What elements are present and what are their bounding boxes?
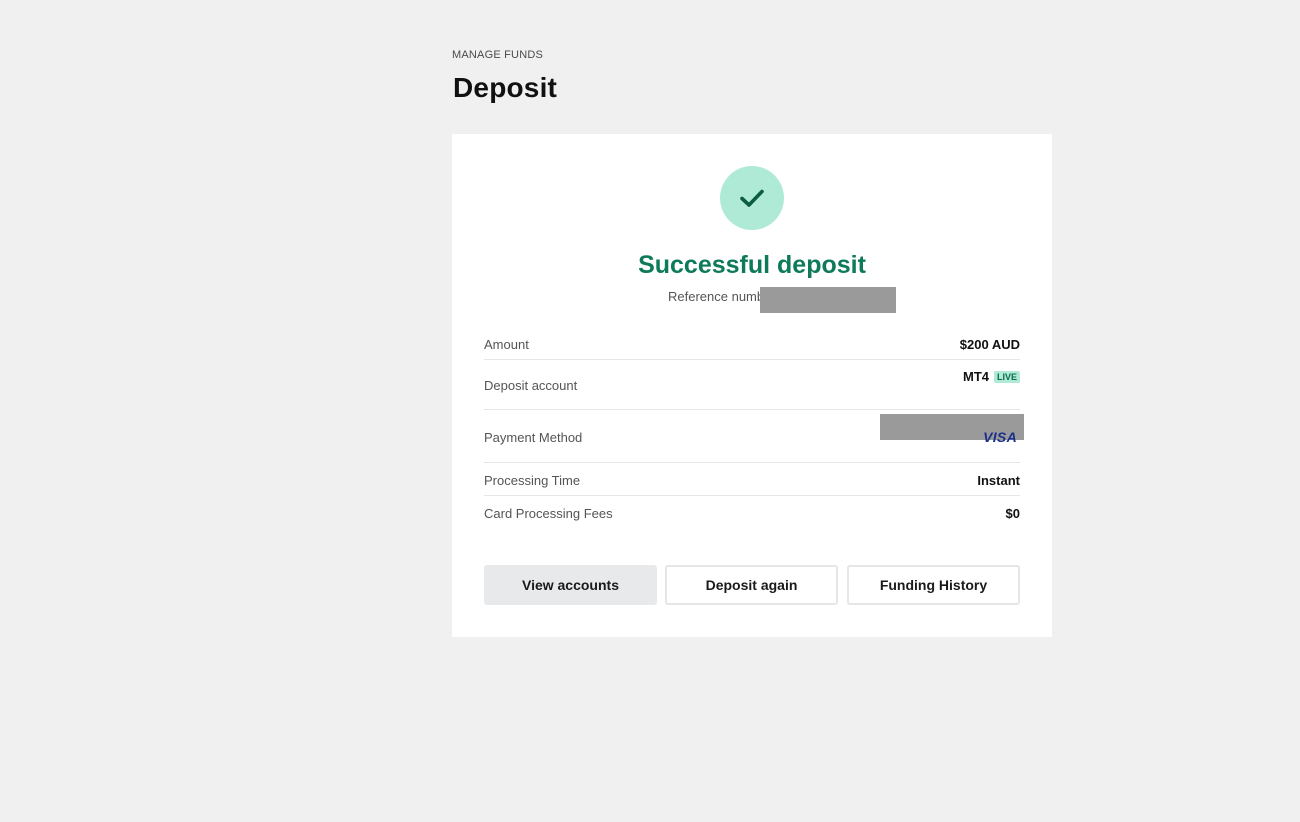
amount-value: $200 AUD — [959, 337, 1020, 352]
card-fees-label: Card Processing Fees — [484, 506, 613, 521]
action-buttons: View accounts Deposit again Funding Hist… — [484, 565, 1020, 605]
breadcrumb: MANAGE FUNDS — [452, 49, 544, 61]
card-fees-value: $0 — [1005, 506, 1020, 521]
detail-row-payment-method: Payment Method VISA — [484, 410, 1020, 463]
funding-history-button[interactable]: Funding History — [847, 565, 1020, 605]
detail-row-amount: Amount $200 AUD — [484, 328, 1020, 360]
live-badge: LIVE — [993, 371, 1020, 383]
deposit-account-value: MT4 LIVE — [963, 369, 1020, 384]
deposit-account-label: Deposit account — [484, 378, 578, 393]
reference-number-label: Reference numb — [668, 289, 765, 304]
success-circle — [720, 166, 784, 230]
view-accounts-button[interactable]: View accounts — [484, 565, 657, 605]
deposit-result-card: Successful deposit Reference numb Amount… — [452, 134, 1052, 637]
processing-time-label: Processing Time — [484, 473, 581, 488]
detail-row-card-fees: Card Processing Fees $0 — [484, 496, 1020, 528]
account-platform: MT4 — [962, 369, 989, 384]
deposit-again-button[interactable]: Deposit again — [665, 565, 838, 605]
checkmark-icon — [740, 189, 764, 207]
visa-logo-icon: VISA — [983, 429, 1017, 445]
page-title: Deposit — [453, 72, 558, 103]
detail-row-processing-time: Processing Time Instant — [484, 463, 1020, 496]
payment-method-label: Payment Method — [484, 430, 583, 445]
redacted-reference-number — [760, 287, 896, 313]
processing-time-value: Instant — [977, 473, 1020, 488]
success-title: Successful deposit — [638, 251, 866, 279]
detail-row-deposit-account: Deposit account MT4 LIVE — [484, 360, 1024, 440]
amount-label: Amount — [484, 337, 529, 352]
